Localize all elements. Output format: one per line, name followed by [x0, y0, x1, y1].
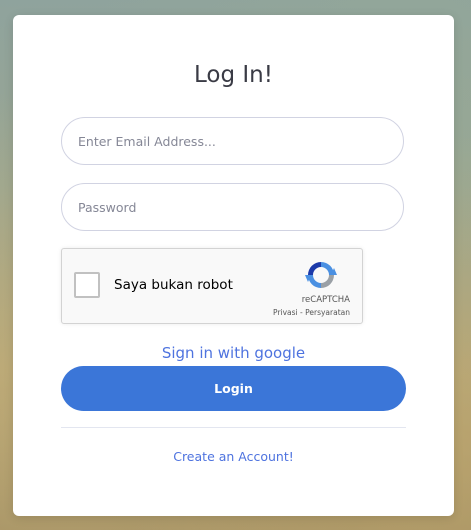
create-account-link[interactable]: Create an Account!: [13, 449, 454, 464]
recaptcha-checkbox[interactable]: [74, 272, 100, 298]
recaptcha-terms-link[interactable]: Persyaratan: [305, 308, 350, 317]
login-button[interactable]: Login: [61, 366, 406, 411]
divider: [61, 427, 406, 428]
password-field[interactable]: [61, 183, 404, 231]
recaptcha-widget: Saya bukan robot reCAPTCHA Privasi - Per…: [61, 248, 363, 324]
recaptcha-link-separator: -: [297, 308, 306, 317]
recaptcha-logo-icon: [305, 262, 337, 288]
google-signin-link[interactable]: Sign in with google: [13, 344, 454, 362]
recaptcha-links: Privasi - Persyaratan: [273, 308, 350, 317]
email-field[interactable]: [61, 117, 404, 165]
recaptcha-brand: reCAPTCHA: [301, 295, 350, 305]
recaptcha-privacy-link[interactable]: Privasi: [273, 308, 298, 317]
recaptcha-label: Saya bukan robot: [114, 277, 233, 293]
login-card: Log In! Saya bukan robot reCAPTCHA Priva…: [13, 15, 454, 516]
page-title: Log In!: [194, 62, 273, 88]
